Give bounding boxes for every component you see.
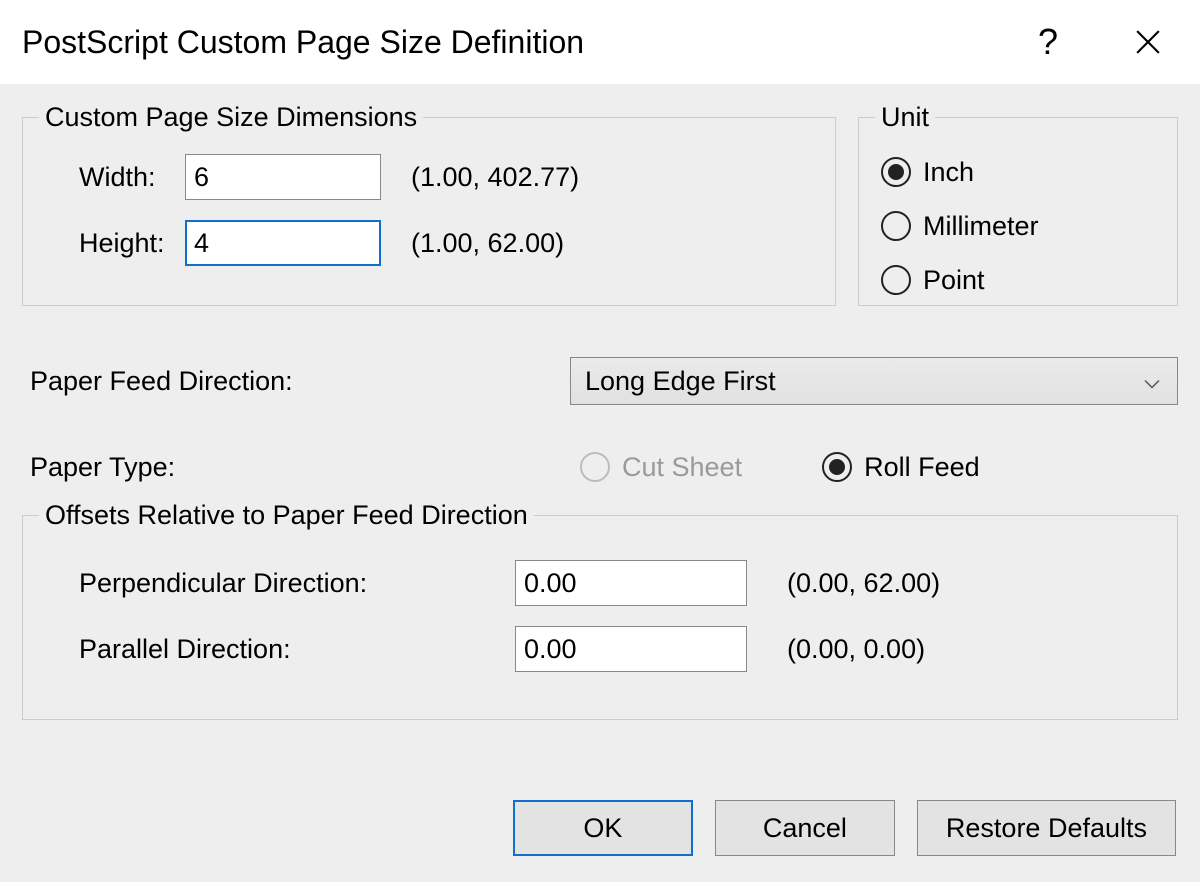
dialog-titlebar: PostScript Custom Page Size Definition ? <box>0 0 1200 84</box>
offset-perpendicular-row: Perpendicular Direction: (0.00, 62.00) <box>45 555 1155 611</box>
group-legend-unit: Unit <box>875 102 935 133</box>
paper-feed-direction-value: Long Edge First <box>585 366 776 397</box>
dialog-title: PostScript Custom Page Size Definition <box>22 24 978 61</box>
unit-radio-inch[interactable]: Inch <box>881 145 1155 199</box>
offset-perpendicular-label: Perpendicular Direction: <box>45 568 515 599</box>
paper-feed-direction-row: Paper Feed Direction: Long Edge First <box>30 356 1178 406</box>
paper-type-radio-cut-sheet: Cut Sheet <box>580 440 742 494</box>
paper-type-radio-roll-feed[interactable]: Roll Feed <box>822 440 980 494</box>
group-legend-dimensions: Custom Page Size Dimensions <box>39 102 423 133</box>
group-legend-offsets: Offsets Relative to Paper Feed Direction <box>39 500 534 531</box>
dialog-button-row: OK Cancel Restore Defaults <box>0 800 1200 856</box>
help-button[interactable]: ? <box>1018 12 1078 72</box>
ok-button[interactable]: OK <box>513 800 693 856</box>
restore-defaults-button[interactable]: Restore Defaults <box>917 800 1176 856</box>
paper-feed-direction-label: Paper Feed Direction: <box>30 366 570 397</box>
paper-type-options: Cut Sheet Roll Feed <box>580 440 980 494</box>
radio-icon <box>881 157 911 187</box>
unit-radio-point[interactable]: Point <box>881 253 1155 307</box>
group-custom-page-size-dimensions: Custom Page Size Dimensions Width: (1.00… <box>22 102 836 306</box>
unit-radio-millimeter[interactable]: Millimeter <box>881 199 1155 253</box>
close-button[interactable] <box>1118 12 1178 72</box>
width-range-hint: (1.00, 402.77) <box>411 162 579 193</box>
group-offsets: Offsets Relative to Paper Feed Direction… <box>22 500 1178 720</box>
offset-parallel-row: Parallel Direction: (0.00, 0.00) <box>45 621 1155 677</box>
offset-perpendicular-range-hint: (0.00, 62.00) <box>787 568 940 599</box>
width-input[interactable] <box>185 154 381 200</box>
chevron-down-icon <box>1143 366 1161 397</box>
group-unit: Unit Inch Millimeter Point <box>858 102 1178 306</box>
radio-icon <box>822 452 852 482</box>
height-row: Height: (1.00, 62.00) <box>45 217 813 269</box>
cancel-button[interactable]: Cancel <box>715 800 895 856</box>
question-icon: ? <box>1038 21 1058 63</box>
unit-radio-label: Millimeter <box>923 211 1039 242</box>
paper-type-row: Paper Type: Cut Sheet Roll Feed <box>30 442 1178 492</box>
unit-radio-label: Inch <box>923 157 974 188</box>
close-icon <box>1135 29 1161 55</box>
height-input[interactable] <box>185 220 381 266</box>
width-label: Width: <box>45 162 185 193</box>
paper-type-label: Paper Type: <box>30 452 580 483</box>
dialog-body: Custom Page Size Dimensions Width: (1.00… <box>0 84 1200 882</box>
offset-parallel-label: Parallel Direction: <box>45 634 515 665</box>
height-range-hint: (1.00, 62.00) <box>411 228 564 259</box>
paper-type-radio-label: Roll Feed <box>864 452 980 483</box>
radio-icon <box>580 452 610 482</box>
height-label: Height: <box>45 228 185 259</box>
radio-icon <box>881 211 911 241</box>
width-row: Width: (1.00, 402.77) <box>45 151 813 203</box>
radio-icon <box>881 265 911 295</box>
offset-parallel-range-hint: (0.00, 0.00) <box>787 634 925 665</box>
offset-parallel-input[interactable] <box>515 626 747 672</box>
paper-feed-direction-select[interactable]: Long Edge First <box>570 357 1178 405</box>
offset-perpendicular-input[interactable] <box>515 560 747 606</box>
paper-type-radio-label: Cut Sheet <box>622 452 742 483</box>
unit-radio-label: Point <box>923 265 985 296</box>
